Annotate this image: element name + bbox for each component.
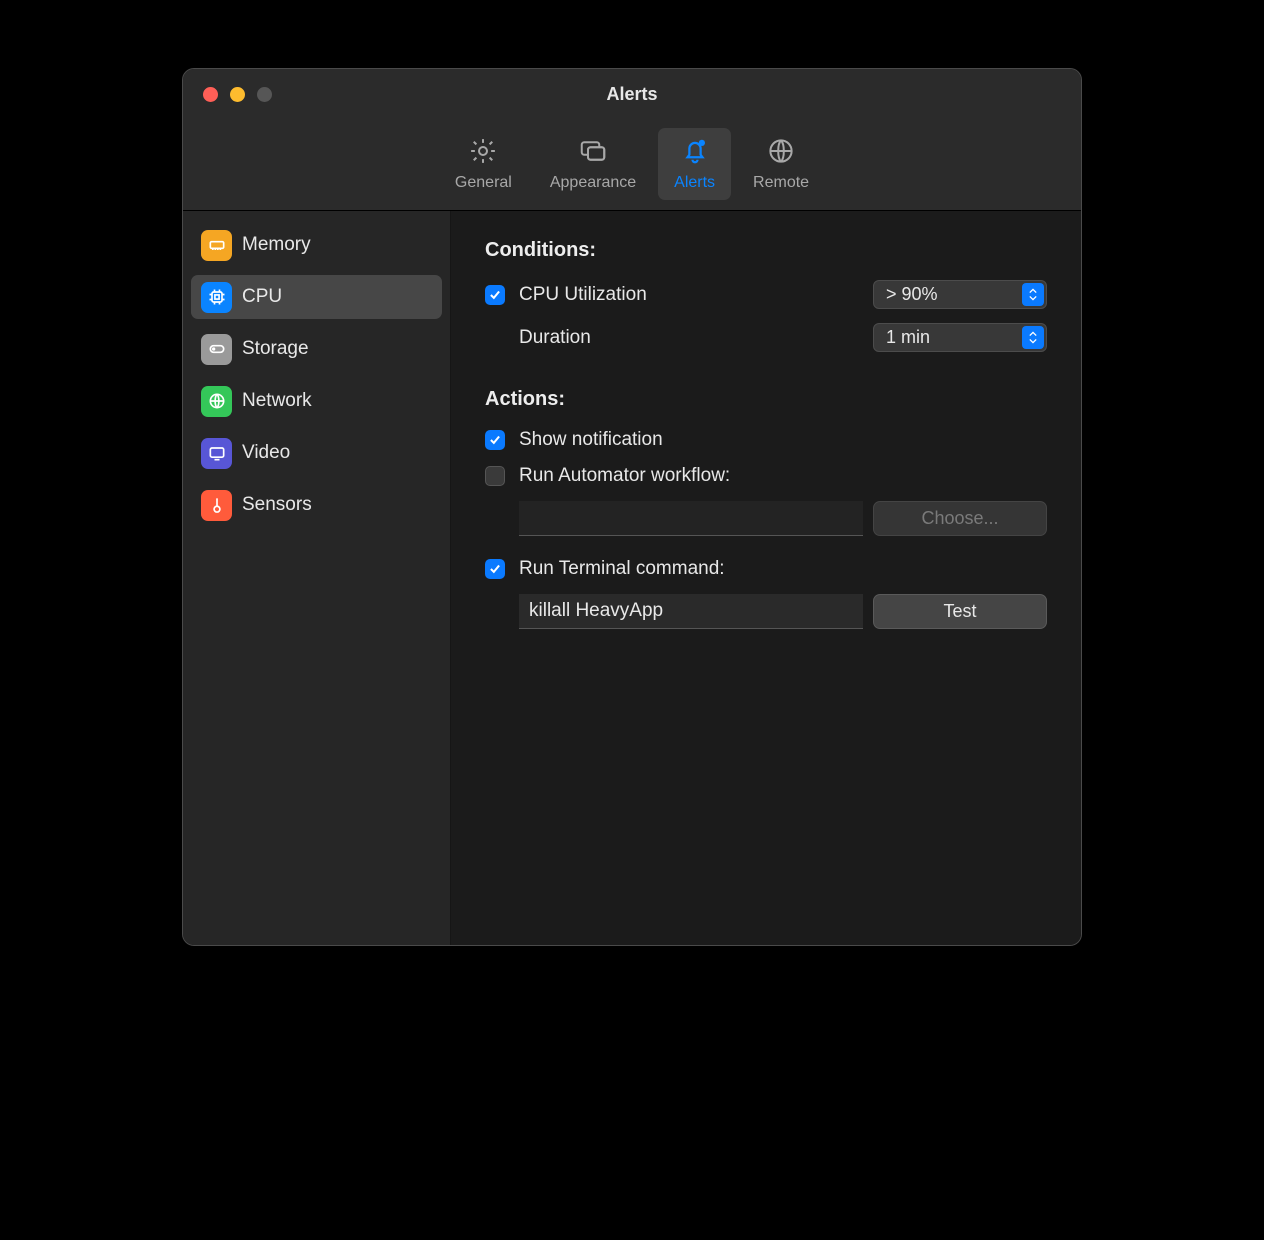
terminal-input-row: Test	[519, 594, 1047, 629]
stepper-arrows-icon	[1022, 326, 1044, 349]
sidebar-item-network[interactable]: Network	[191, 379, 442, 423]
cpu-utilization-select[interactable]: > 90%	[873, 280, 1047, 309]
tab-label: Remote	[753, 174, 809, 192]
tab-label: General	[455, 174, 512, 192]
duration-select[interactable]: 1 min	[873, 323, 1047, 352]
show-notification-label: Show notification	[519, 429, 663, 451]
sidebar-item-label: Storage	[242, 338, 309, 360]
show-notification-checkbox[interactable]	[485, 430, 505, 450]
sidebar-item-label: Video	[242, 442, 290, 464]
sidebar-item-storage[interactable]: Storage	[191, 327, 442, 371]
condition-row-duration: Duration 1 min	[485, 323, 1047, 352]
sidebar: Memory CPU	[183, 211, 451, 945]
automator-path-field[interactable]	[519, 501, 863, 536]
memory-icon	[201, 230, 232, 261]
test-button[interactable]: Test	[873, 594, 1047, 629]
condition-row-cpu-utilization: CPU Utilization > 90%	[485, 280, 1047, 309]
bell-icon	[678, 134, 712, 168]
button-label: Test	[943, 601, 976, 622]
network-icon	[201, 386, 232, 417]
sidebar-item-cpu[interactable]: CPU	[191, 275, 442, 319]
tab-label: Alerts	[674, 174, 715, 192]
sidebar-item-label: Memory	[242, 234, 311, 256]
stepper-arrows-icon	[1022, 283, 1044, 306]
select-value: 1 min	[886, 327, 930, 348]
cpu-utilization-checkbox[interactable]	[485, 285, 505, 305]
tab-appearance[interactable]: Appearance	[534, 128, 652, 200]
preferences-window: Alerts General	[182, 68, 1082, 946]
run-automator-label: Run Automator workflow:	[519, 465, 730, 487]
video-icon	[201, 438, 232, 469]
sidebar-item-video[interactable]: Video	[191, 431, 442, 475]
conditions-heading: Conditions:	[485, 239, 1047, 262]
action-row-show-notification: Show notification	[485, 429, 1047, 451]
run-terminal-checkbox[interactable]	[485, 559, 505, 579]
tab-alerts[interactable]: Alerts	[658, 128, 731, 200]
sensors-icon	[201, 490, 232, 521]
storage-icon	[201, 334, 232, 365]
tab-label: Appearance	[550, 174, 636, 192]
sidebar-item-memory[interactable]: Memory	[191, 223, 442, 267]
action-row-run-automator: Run Automator workflow:	[485, 465, 1047, 487]
automator-input-row: Choose...	[519, 501, 1047, 536]
content: Memory CPU	[183, 211, 1081, 945]
window-title: Alerts	[183, 84, 1081, 105]
appearance-icon	[576, 134, 610, 168]
button-label: Choose...	[921, 508, 998, 529]
gear-icon	[466, 134, 500, 168]
terminal-command-field[interactable]	[519, 594, 863, 629]
cpu-utilization-label: CPU Utilization	[519, 284, 647, 306]
run-terminal-label: Run Terminal command:	[519, 558, 725, 580]
tab-general[interactable]: General	[439, 128, 528, 200]
choose-button[interactable]: Choose...	[873, 501, 1047, 536]
actions-heading: Actions:	[485, 388, 1047, 411]
sidebar-item-label: Network	[242, 390, 312, 412]
cpu-icon	[201, 282, 232, 313]
sidebar-item-label: CPU	[242, 286, 282, 308]
action-row-run-terminal: Run Terminal command:	[485, 558, 1047, 580]
main-panel: Conditions: CPU Utilization > 90%	[451, 211, 1081, 945]
select-value: > 90%	[886, 284, 938, 305]
sidebar-item-sensors[interactable]: Sensors	[191, 483, 442, 527]
run-automator-checkbox[interactable]	[485, 466, 505, 486]
globe-icon	[764, 134, 798, 168]
duration-label: Duration	[519, 327, 591, 349]
titlebar: Alerts General	[183, 69, 1081, 211]
toolbar: General Appearance	[183, 128, 1081, 200]
sidebar-item-label: Sensors	[242, 494, 312, 516]
tab-remote[interactable]: Remote	[737, 128, 825, 200]
